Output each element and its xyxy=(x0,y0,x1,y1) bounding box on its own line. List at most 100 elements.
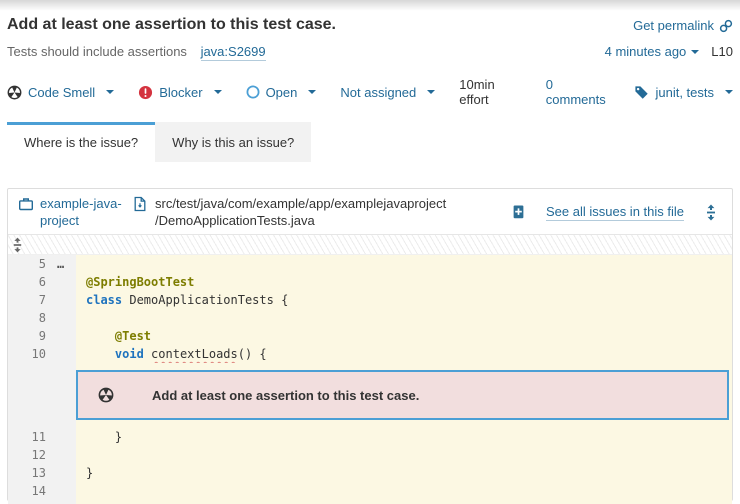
line-number[interactable]: 6 xyxy=(8,273,46,291)
chevron-down-icon xyxy=(106,90,114,94)
gutter-cell: 13 xyxy=(8,464,76,482)
gutter-cell: 11 xyxy=(8,428,76,446)
file-header: example-java-project src/test/java/com/e… xyxy=(8,189,732,235)
issue-title: Add at least one assertion to this test … xyxy=(7,16,336,34)
issue-header: Add at least one assertion to this test … xyxy=(7,16,733,34)
status-dropdown[interactable]: Open xyxy=(246,85,317,100)
code-smell-icon xyxy=(7,85,22,100)
issue-page: Add at least one assertion to this test … xyxy=(0,16,740,501)
rule-key-link[interactable]: java:S2699 xyxy=(201,44,266,61)
issue-cell: Add at least one assertion to this test … xyxy=(76,363,732,428)
code-line: 14 xyxy=(8,482,732,500)
top-shadow xyxy=(0,0,740,12)
status-label: Open xyxy=(266,85,298,100)
issue-line-number: L10 xyxy=(711,44,733,59)
code-text xyxy=(76,309,732,327)
line-number[interactable]: 8 xyxy=(8,309,46,327)
blocker-icon xyxy=(138,85,153,100)
code-text: void contextLoads() { xyxy=(76,345,732,363)
code-text: @SpringBootTest xyxy=(76,273,732,291)
severity-dropdown[interactable]: Blocker xyxy=(138,85,221,100)
code-lines: 5…6 @SpringBootTest 7 class DemoApplication… xyxy=(8,255,732,500)
line-number[interactable]: 13 xyxy=(8,464,46,482)
type-dropdown[interactable]: Code Smell xyxy=(7,85,114,100)
chevron-down-icon xyxy=(691,50,699,54)
gutter-cell: 8 xyxy=(8,309,76,327)
line-number[interactable]: 12 xyxy=(8,446,46,464)
code-line: 13} xyxy=(8,464,732,482)
pin-file-icon[interactable] xyxy=(511,204,526,220)
tags-dropdown[interactable]: junit, tests xyxy=(634,85,733,100)
severity-label: Blocker xyxy=(159,85,202,100)
gutter-cell: 12 xyxy=(8,446,76,464)
issue-toolbar: Code Smell Blocker Open Not assigned 10m… xyxy=(7,77,733,107)
gutter-cell: 14 xyxy=(8,482,76,504)
line-number[interactable]: 11 xyxy=(8,428,46,446)
get-permalink-link[interactable]: Get permalink xyxy=(633,18,733,33)
gutter-cell: 10 xyxy=(8,345,76,363)
effort-label: 10min effort xyxy=(459,77,522,107)
issue-subheader: Tests should include assertions java:S26… xyxy=(7,44,733,59)
line-number[interactable]: 9 xyxy=(8,327,46,345)
rule-info: Tests should include assertions java:S26… xyxy=(7,44,266,59)
expand-ellipsis[interactable]: … xyxy=(46,255,64,273)
code-line: 10 void contextLoads() { xyxy=(8,345,732,363)
issue-message-box[interactable]: Add at least one assertion to this test … xyxy=(76,370,729,420)
assignee-label: Not assigned xyxy=(340,85,416,100)
issue-meta: 4 minutes ago L10 xyxy=(605,44,733,59)
chevron-down-icon xyxy=(725,90,733,94)
see-all-issues-link[interactable]: See all issues in this file xyxy=(546,204,684,221)
expand-lines-icon[interactable] xyxy=(704,204,718,221)
code-line: 9 @Test xyxy=(8,327,732,345)
code-text: } xyxy=(76,464,732,482)
code-text: @Test xyxy=(76,327,732,345)
permalink-label: Get permalink xyxy=(633,18,714,33)
code-text xyxy=(76,482,732,504)
issue-message: Add at least one assertion to this test … xyxy=(152,388,419,403)
chevron-down-icon xyxy=(214,90,222,94)
expand-above-handle[interactable] xyxy=(8,235,732,255)
project-icon xyxy=(18,196,34,212)
test-file-icon xyxy=(132,196,148,212)
tab-where-is-the-issue[interactable]: Where is the issue? xyxy=(7,122,155,162)
comments-link[interactable]: 0 comments xyxy=(546,77,611,107)
expand-lines-icon xyxy=(11,237,24,253)
chevron-down-icon xyxy=(308,90,316,94)
code-text: } xyxy=(76,428,732,446)
code-line: 5… xyxy=(8,255,732,273)
rule-title: Tests should include assertions xyxy=(7,44,187,59)
code-line: 12 xyxy=(8,446,732,464)
file-path: src/test/java/com/example/app/examplejav… xyxy=(132,195,446,229)
type-label: Code Smell xyxy=(28,85,95,100)
tags-label: junit, tests xyxy=(655,85,714,100)
code-smell-icon xyxy=(98,387,114,403)
project-name: example-java-project xyxy=(40,195,124,229)
code-line: 11 } xyxy=(8,428,732,446)
issue-tabs: Where is the issue? Why is this an issue… xyxy=(7,122,733,162)
assignee-dropdown[interactable]: Not assigned xyxy=(340,85,435,100)
tag-icon xyxy=(634,85,649,100)
changelog-dropdown[interactable]: 4 minutes ago xyxy=(605,44,700,59)
gutter-cell: 7 xyxy=(8,291,76,309)
line-number[interactable]: 7 xyxy=(8,291,46,309)
chevron-down-icon xyxy=(427,90,435,94)
line-number[interactable]: 14 xyxy=(8,482,46,500)
code-line: 7 class DemoApplicationTests { xyxy=(8,291,732,309)
open-status-icon xyxy=(246,85,260,99)
project-link[interactable]: example-java-project xyxy=(18,195,124,229)
line-number[interactable]: 10 xyxy=(8,345,46,363)
gutter-cell: 9 xyxy=(8,327,76,345)
code-snippet-panel: example-java-project src/test/java/com/e… xyxy=(7,188,733,501)
file-header-actions: See all issues in this file xyxy=(511,204,722,221)
code-text xyxy=(76,255,732,273)
line-number[interactable]: 5 xyxy=(8,255,46,273)
gutter-cell: 5… xyxy=(8,255,76,273)
gutter-cell xyxy=(8,363,76,428)
permalink-icon xyxy=(719,19,733,33)
code-line: 8 xyxy=(8,309,732,327)
code-text xyxy=(76,446,732,464)
gutter-cell: 6 xyxy=(8,273,76,291)
code-line: 6 @SpringBootTest xyxy=(8,273,732,291)
tab-why-is-this-an-issue[interactable]: Why is this an issue? xyxy=(155,122,311,162)
code-text: class DemoApplicationTests { xyxy=(76,291,732,309)
